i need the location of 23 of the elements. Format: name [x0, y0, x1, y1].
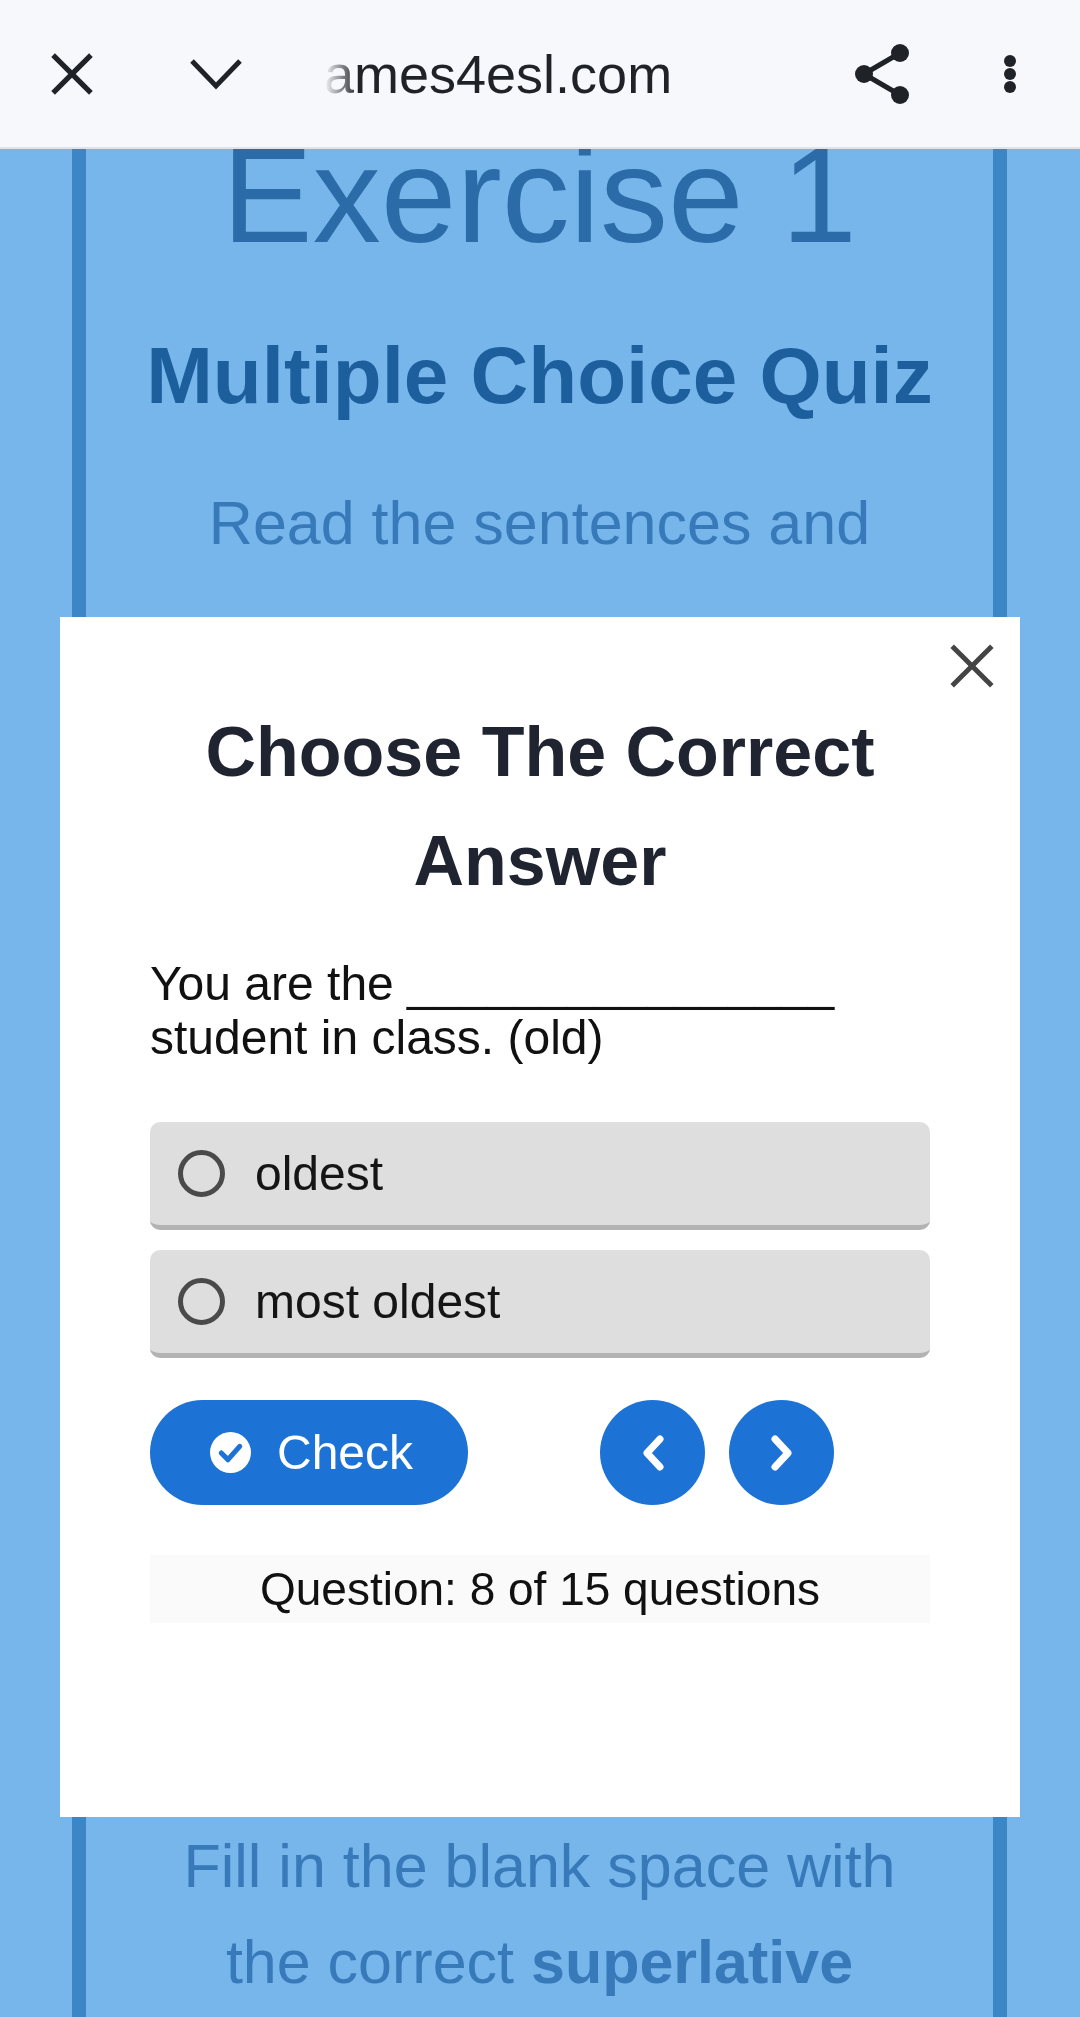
option-label: most oldest — [255, 1273, 501, 1330]
chevron-left-icon — [640, 1434, 665, 1471]
exercise-heading: Exercise 1 — [222, 120, 857, 270]
chevron-down-icon[interactable] — [189, 57, 243, 90]
question-text: You are the ________________ student in class. (old) — [150, 957, 836, 1065]
radio-button[interactable] — [178, 1278, 225, 1325]
question-counter: Question: 8 of 15 questions — [150, 1555, 930, 1623]
close-icon[interactable] — [950, 644, 994, 688]
more-options-icon[interactable] — [1003, 54, 1017, 93]
answer-option[interactable]: most oldest — [150, 1250, 930, 1358]
radio-button[interactable] — [178, 1150, 225, 1197]
chevron-right-icon — [769, 1434, 794, 1471]
url-text: ames4esl.com — [324, 42, 673, 106]
option-label: oldest — [255, 1145, 384, 1202]
answer-option[interactable]: oldest — [150, 1122, 930, 1230]
check-button[interactable]: Check — [150, 1400, 468, 1505]
check-circle-icon — [210, 1432, 251, 1473]
dialog-title: Choose The Correct Answer — [204, 712, 876, 902]
close-icon[interactable] — [51, 52, 93, 95]
quiz-subtitle: Multiple Choice Quiz — [146, 330, 933, 422]
share-icon[interactable] — [854, 43, 910, 104]
intro-text: Read the sentences and — [208, 488, 871, 559]
instructions-text: Fill in the blank space with the correct superlative — [182, 1831, 897, 1998]
